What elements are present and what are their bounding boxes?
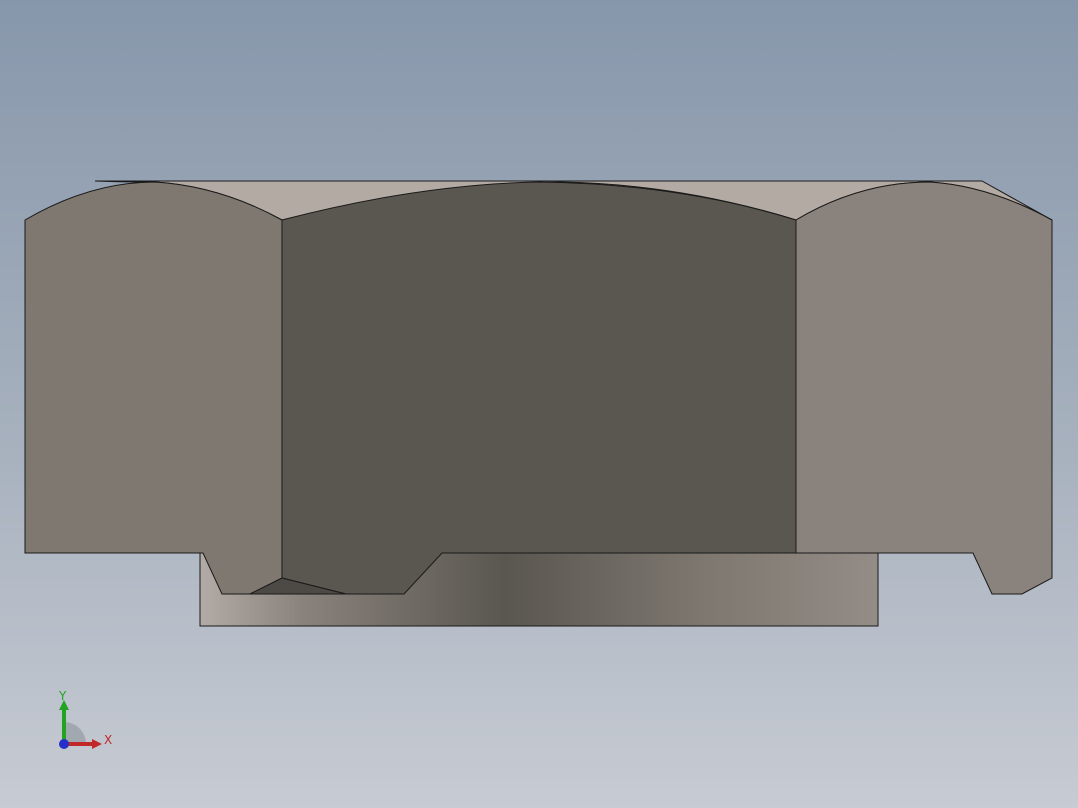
left-flat-face bbox=[24, 181, 283, 595]
hex-nut-model[interactable] bbox=[0, 0, 1078, 808]
z-axis-dot bbox=[59, 739, 69, 749]
coordinate-triad: Y X bbox=[58, 689, 112, 749]
x-axis-label: X bbox=[104, 733, 112, 747]
graphics-viewport[interactable]: Y X bbox=[0, 0, 1078, 808]
right-flat-face bbox=[795, 181, 1053, 595]
x-axis-arrowhead bbox=[92, 739, 102, 749]
y-axis-label: Y bbox=[58, 689, 67, 703]
center-flat-face bbox=[281, 181, 797, 595]
